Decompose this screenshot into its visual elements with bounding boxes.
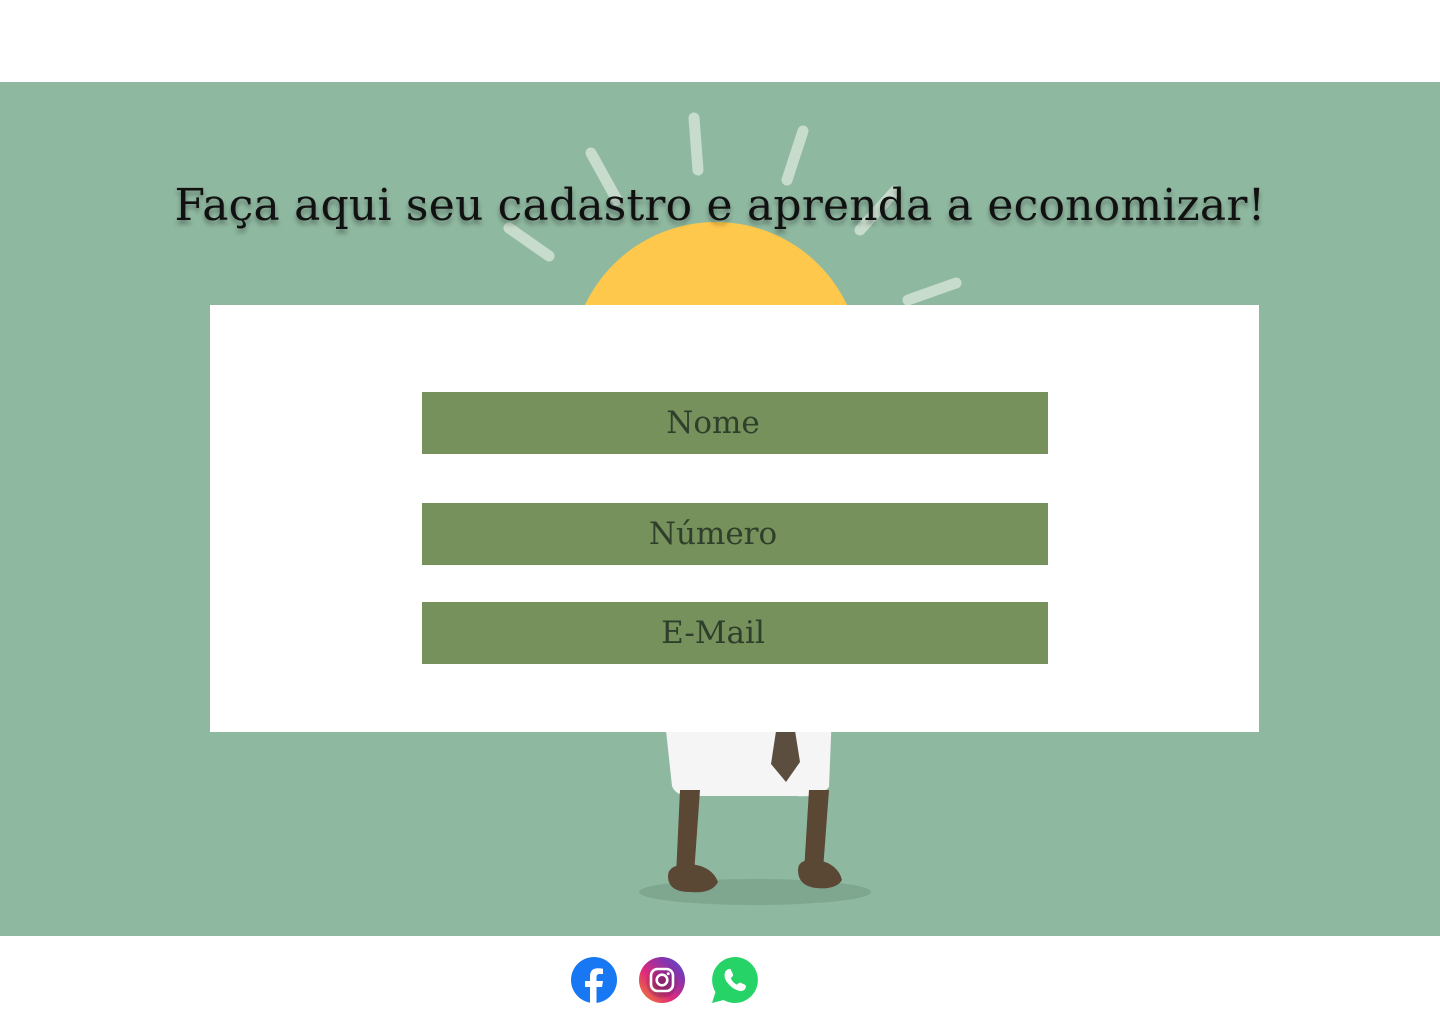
whatsapp-link[interactable] xyxy=(710,955,760,1005)
page-title: Faça aqui seu cadastro e aprenda a econo… xyxy=(174,180,1266,231)
whatsapp-icon xyxy=(712,957,758,1003)
hero-section: Faça aqui seu cadastro e aprenda a econo… xyxy=(0,82,1440,936)
instagram-link[interactable] xyxy=(638,956,686,1004)
facebook-icon xyxy=(571,957,617,1004)
footer xyxy=(0,936,1440,1024)
facebook-link[interactable] xyxy=(570,956,618,1004)
signup-form: Nome Número E-Mail xyxy=(210,305,1259,732)
top-bar xyxy=(0,0,1440,82)
number-field[interactable]: Número xyxy=(422,503,1048,565)
instagram-icon xyxy=(639,957,685,1003)
email-field[interactable]: E-Mail xyxy=(422,602,1048,664)
name-field[interactable]: Nome xyxy=(422,392,1048,454)
